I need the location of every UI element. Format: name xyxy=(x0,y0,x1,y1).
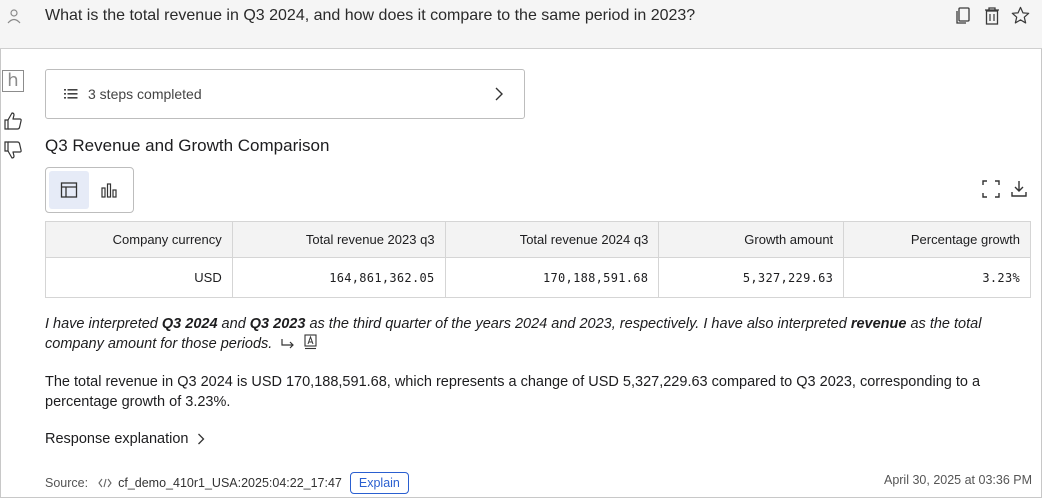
table-view-button[interactable] xyxy=(49,171,89,209)
star-icon[interactable] xyxy=(1011,6,1030,25)
table-row: USD 164,861,362.05 170,188,591.68 5,327,… xyxy=(45,257,1031,298)
steps-label: 3 steps completed xyxy=(88,86,202,102)
interpretation-term: Q3 2024 xyxy=(161,316,218,332)
table-header-row: Company currency Total revenue 2023 q3 T… xyxy=(45,221,1031,258)
trash-icon[interactable] xyxy=(982,6,1001,25)
interpretation-term: revenue xyxy=(850,316,907,332)
question-text: What is the total revenue in Q3 2024, an… xyxy=(45,7,696,24)
table-cell: 164,861,362.05 xyxy=(231,257,446,298)
table-cell: 170,188,591.68 xyxy=(444,257,660,298)
download-icon[interactable] xyxy=(1011,180,1027,198)
results-table: Company currency Total revenue 2023 q3 T… xyxy=(45,221,1031,298)
timestamp: April 30, 2025 at 03:36 PM xyxy=(883,473,1032,487)
response-explanation-label: Response explanation xyxy=(45,431,189,447)
column-header[interactable]: Total revenue 2023 q3 xyxy=(231,221,446,258)
source-line: Source: cf_demo_410r1_USA:2025:04:22_17:… xyxy=(45,472,409,494)
steps-summary-button[interactable]: 3 steps completed xyxy=(45,69,525,119)
response-explanation-link[interactable]: Response explanation xyxy=(45,431,205,447)
column-header[interactable]: Total revenue 2024 q3 xyxy=(444,221,660,258)
interpretation-text: I have interpreted Q3 2024 and Q3 2023 a… xyxy=(45,314,1030,354)
section-title: Q3 Revenue and Growth Comparison xyxy=(45,136,330,155)
column-header[interactable]: Growth amount xyxy=(658,221,845,258)
column-header[interactable]: Percentage growth xyxy=(843,221,1031,258)
translate-icon[interactable] xyxy=(304,334,317,350)
explain-button[interactable]: Explain xyxy=(349,472,409,494)
bar-chart-icon xyxy=(101,183,117,198)
column-header[interactable]: Company currency xyxy=(45,221,233,258)
user-icon xyxy=(7,9,21,24)
chevron-right-icon xyxy=(197,433,204,445)
view-toggle xyxy=(45,167,134,213)
assistant-avatar: h xyxy=(2,70,24,92)
copy-icon[interactable] xyxy=(953,6,972,25)
table-cell: 3.23% xyxy=(843,257,1031,298)
code-icon xyxy=(98,478,112,488)
fullscreen-icon[interactable] xyxy=(982,180,1000,198)
answer-text: The total revenue in Q3 2024 is USD 170,… xyxy=(45,374,981,410)
list-icon xyxy=(64,89,78,99)
redirect-arrow-icon[interactable] xyxy=(280,338,296,350)
dataset-name[interactable]: cf_demo_410r1_USA:2025:04:22_17:47 xyxy=(118,476,342,490)
chart-view-button[interactable] xyxy=(89,171,129,209)
chevron-right-icon xyxy=(495,87,503,101)
table-icon xyxy=(60,182,78,198)
table-cell: USD xyxy=(45,257,233,298)
interpretation-term: Q3 2023 xyxy=(249,316,306,332)
thumbs-up-icon[interactable] xyxy=(3,111,23,131)
table-cell: 5,327,229.63 xyxy=(658,257,845,298)
question-header: What is the total revenue in Q3 2024, an… xyxy=(0,0,1042,49)
thumbs-down-icon[interactable] xyxy=(3,140,23,160)
source-label: Source: xyxy=(45,476,89,490)
interpretation-part: I have interpreted xyxy=(45,316,162,332)
interpretation-part: and xyxy=(217,316,250,332)
interpretation-part: as the third quarter of the years 2024 a… xyxy=(305,316,851,332)
